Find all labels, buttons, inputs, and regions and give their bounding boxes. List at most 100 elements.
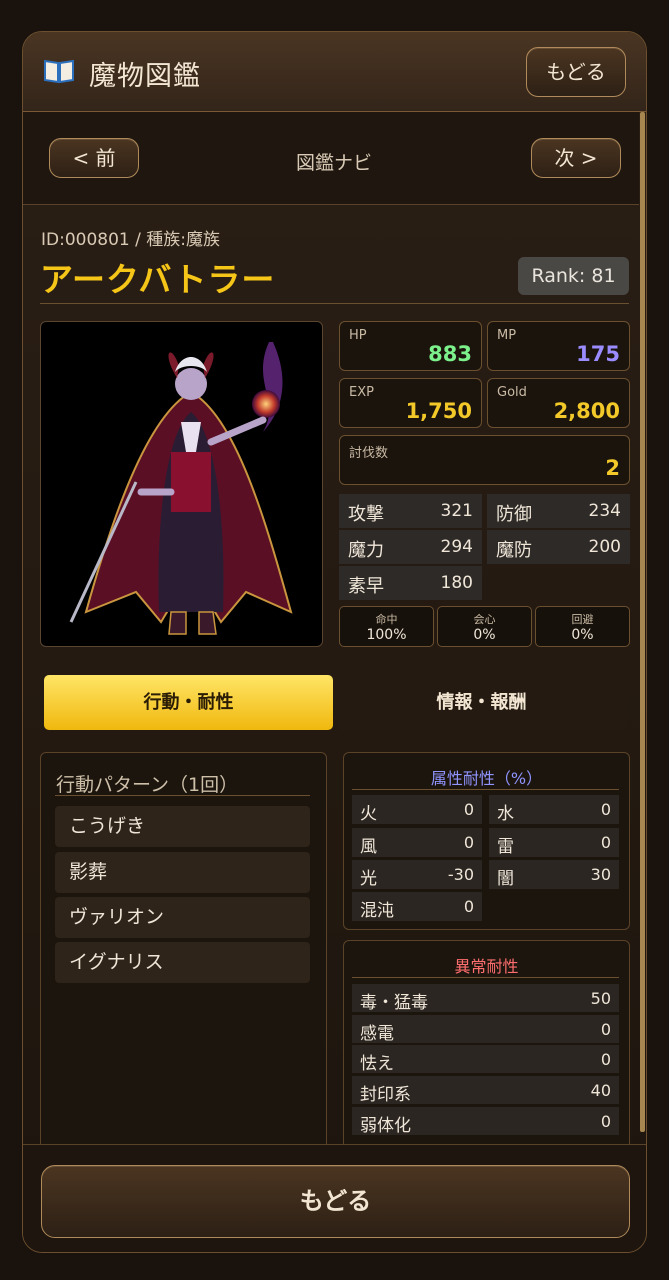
- attack-row: 攻撃 321: [339, 494, 482, 528]
- defense-label: 防御: [496, 504, 532, 525]
- hit-rate-value: 100%: [366, 627, 407, 643]
- status-value: 40: [590, 1081, 611, 1100]
- status-label: 感電: [360, 1024, 394, 1044]
- evade-rate-box: 回避 0%: [535, 606, 630, 647]
- name-divider: [40, 303, 629, 304]
- book-nav: < 前 図鑑ナビ 次 >: [23, 112, 639, 205]
- resist-thunder: 雷 0: [489, 828, 619, 857]
- resist-fire: 火 0: [352, 795, 482, 824]
- status-resistance-panel: 異常耐性 毒・猛毒 50 感電 0 怯え 0 封印系 40 弱体化 0: [343, 940, 630, 1152]
- resist-chaos: 混沌 0: [352, 892, 482, 921]
- status-value: 0: [600, 1020, 611, 1039]
- element-resistance-title: 属性耐性（%）: [430, 769, 543, 788]
- status-label: 毒・猛毒: [360, 993, 428, 1013]
- resist-label: 闇: [497, 869, 514, 889]
- back-button-top[interactable]: もどる: [526, 47, 626, 97]
- magic-value: 294: [440, 537, 473, 557]
- resist-label: 混沌: [360, 901, 394, 921]
- resist-label: 光: [360, 869, 377, 889]
- action-item: こうげき: [55, 806, 310, 847]
- gold-box: Gold 2,800: [487, 378, 630, 428]
- resist-value: 0: [463, 800, 474, 819]
- next-button[interactable]: 次 >: [531, 138, 621, 178]
- action-divider: [55, 795, 310, 796]
- resist-wind: 風 0: [352, 828, 482, 857]
- defense-value: 234: [588, 501, 621, 521]
- status-resistance-title: 異常耐性: [454, 957, 519, 976]
- monster-name: アークバトラー: [40, 260, 276, 299]
- speed-label: 素早: [348, 576, 384, 597]
- footer-bar: もどる: [23, 1144, 646, 1252]
- dark-lord-illustration: [69, 342, 293, 635]
- status-divider: [352, 977, 619, 978]
- resist-water: 水 0: [489, 795, 619, 824]
- resist-value: -30: [447, 865, 474, 884]
- status-row-fear: 怯え 0: [352, 1045, 619, 1074]
- kills-label: 討伐数: [349, 446, 389, 461]
- status-value: 50: [590, 989, 611, 1008]
- attack-label: 攻撃: [348, 504, 384, 525]
- status-label: 封印系: [360, 1085, 411, 1105]
- resist-light: 光 -30: [352, 860, 482, 889]
- crit-rate-box: 会心 0%: [437, 606, 532, 647]
- speed-row: 素早 180: [339, 566, 482, 600]
- nav-title: 図鑑ナビ: [295, 152, 372, 174]
- magic-row: 魔力 294: [339, 530, 482, 564]
- kills-box: 討伐数 2: [339, 435, 630, 485]
- crit-rate-value: 0%: [473, 627, 496, 643]
- evade-rate-value: 0%: [571, 627, 594, 643]
- resist-value: 30: [590, 865, 611, 884]
- gold-value: 2,800: [553, 399, 620, 423]
- action-item: 影葬: [55, 852, 310, 893]
- header-bar: 魔物図鑑 もどる: [23, 32, 646, 112]
- back-button-bottom[interactable]: もどる: [41, 1165, 630, 1238]
- status-label: 弱体化: [360, 1116, 411, 1136]
- mp-label: MP: [497, 328, 517, 343]
- action-item: ヴァリオン: [55, 897, 310, 938]
- monster-id-line: ID:000801 / 種族:魔族: [41, 230, 220, 250]
- mp-value: 175: [576, 342, 620, 366]
- rank-badge: Rank: 81: [518, 257, 629, 295]
- hp-box: HP 883: [339, 321, 482, 371]
- status-row-shock: 感電 0: [352, 1015, 619, 1044]
- prev-button[interactable]: < 前: [49, 138, 139, 178]
- resist-label: 水: [497, 804, 514, 824]
- resist-label: 雷: [497, 837, 514, 857]
- tab-action-resistance[interactable]: 行動・耐性: [44, 675, 333, 730]
- scrollbar[interactable]: [640, 112, 645, 1132]
- monster-portrait: [40, 321, 323, 647]
- exp-label: EXP: [349, 385, 374, 400]
- resist-dark: 闇 30: [489, 860, 619, 889]
- exp-box: EXP 1,750: [339, 378, 482, 428]
- status-value: 0: [600, 1050, 611, 1069]
- monster-book-window: 魔物図鑑 もどる < 前 図鑑ナビ 次 > ID:000801 / 種族:魔族 …: [22, 31, 647, 1253]
- gold-label: Gold: [497, 385, 527, 400]
- page-title: 魔物図鑑: [89, 61, 201, 92]
- status-label: 怯え: [360, 1054, 394, 1074]
- action-item: イグナリス: [55, 942, 310, 983]
- resist-value: 0: [600, 833, 611, 852]
- resist-value: 0: [600, 800, 611, 819]
- mdef-label: 魔防: [496, 540, 532, 561]
- action-pattern-panel: 行動パターン（1回） こうげき 影葬 ヴァリオン イグナリス: [40, 752, 327, 1152]
- status-value: 0: [600, 1112, 611, 1131]
- element-divider: [352, 789, 619, 790]
- mp-box: MP 175: [487, 321, 630, 371]
- status-row-seal: 封印系 40: [352, 1076, 619, 1105]
- hit-rate-box: 命中 100%: [339, 606, 434, 647]
- crit-rate-label: 会心: [473, 613, 496, 626]
- resist-label: 風: [360, 837, 377, 857]
- hp-value: 883: [428, 342, 472, 366]
- defense-row: 防御 234: [487, 494, 630, 528]
- tab-info-reward[interactable]: 情報・報酬: [337, 675, 626, 730]
- book-icon: [44, 59, 74, 84]
- kills-value: 2: [605, 456, 620, 480]
- resist-value: 0: [463, 897, 474, 916]
- attack-value: 321: [440, 501, 473, 521]
- hit-rate-label: 命中: [375, 613, 398, 626]
- mdef-value: 200: [588, 537, 621, 557]
- action-pattern-title: 行動パターン（1回）: [56, 774, 239, 796]
- exp-value: 1,750: [405, 399, 472, 423]
- evade-rate-label: 回避: [571, 613, 594, 626]
- speed-value: 180: [440, 573, 473, 593]
